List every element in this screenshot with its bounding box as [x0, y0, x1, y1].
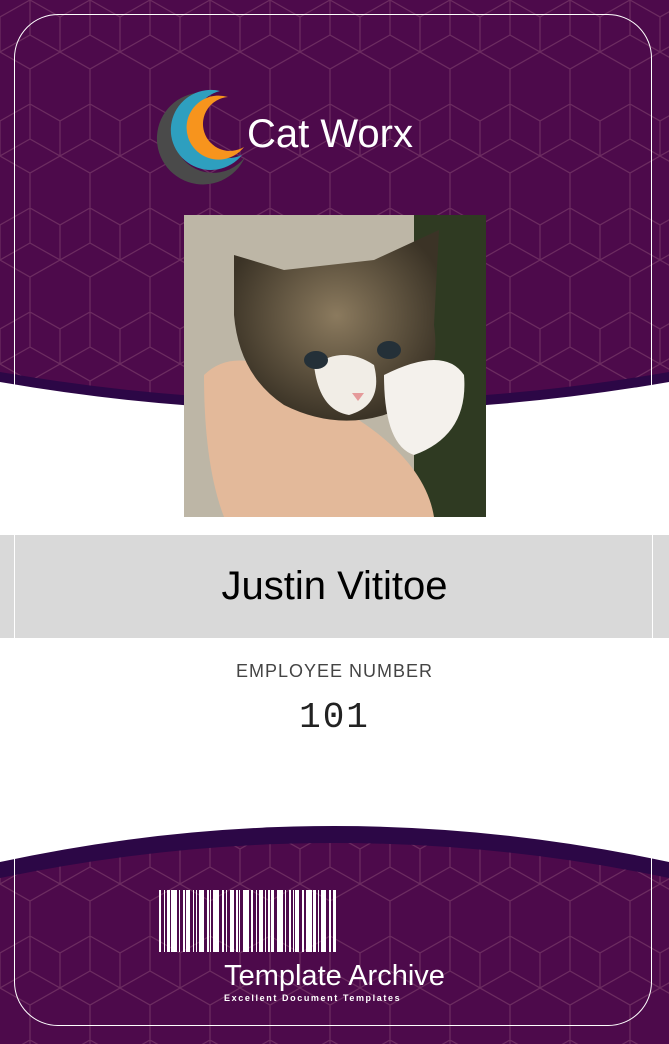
barcode-bar	[226, 890, 227, 952]
employee-number-label: EMPLOYEE NUMBER	[235, 661, 434, 681]
barcode-bar	[183, 890, 185, 952]
barcode-bar	[313, 890, 316, 952]
barcode-bar	[251, 890, 253, 952]
barcode-bar	[243, 890, 249, 952]
employee-name: Justin Vititoe	[0, 535, 669, 638]
barcode-bar	[239, 890, 240, 952]
company-name: Cat Worx	[247, 112, 413, 156]
barcode-bar	[271, 890, 274, 952]
barcode-bar	[199, 890, 204, 952]
barcode-bar	[293, 890, 294, 952]
barcode-bar	[167, 890, 170, 952]
barcode-bar	[306, 890, 312, 952]
footer-brand: Template Archive	[224, 960, 445, 992]
barcode-bar	[213, 890, 219, 952]
barcode-bar	[222, 890, 224, 952]
barcode-icon	[159, 890, 336, 952]
barcode-bar	[302, 890, 304, 952]
crescent-logo-icon	[156, 89, 245, 185]
barcode-bar	[179, 890, 180, 952]
barcode-bar	[196, 890, 197, 952]
barcode-bar	[329, 890, 331, 952]
barcode-bar	[268, 890, 270, 952]
barcode-bar	[321, 890, 326, 952]
barcode-bar	[186, 890, 190, 952]
barcode-bar	[236, 890, 238, 952]
divider	[652, 535, 653, 638]
employee-number: 101	[299, 697, 370, 738]
barcode-bar	[171, 890, 177, 952]
divider	[14, 535, 15, 638]
barcode-bar	[265, 890, 266, 952]
barcode-bar	[333, 890, 336, 952]
barcode-bar	[295, 890, 299, 952]
barcode-bar	[318, 890, 319, 952]
barcode-bar	[193, 890, 194, 952]
barcode-bar	[230, 890, 234, 952]
barcode-bar	[289, 890, 291, 952]
footer-tagline: Excellent Document Templates	[224, 993, 402, 1003]
kitten-photo	[184, 215, 486, 517]
barcode-bar	[256, 890, 257, 952]
barcode-bar	[285, 890, 286, 952]
barcode-bar	[159, 890, 161, 952]
barcode-bar	[210, 890, 211, 952]
barcode-bar	[277, 890, 283, 952]
barcode-bar	[164, 890, 165, 952]
barcode-bar	[259, 890, 263, 952]
barcode-bar	[207, 890, 209, 952]
